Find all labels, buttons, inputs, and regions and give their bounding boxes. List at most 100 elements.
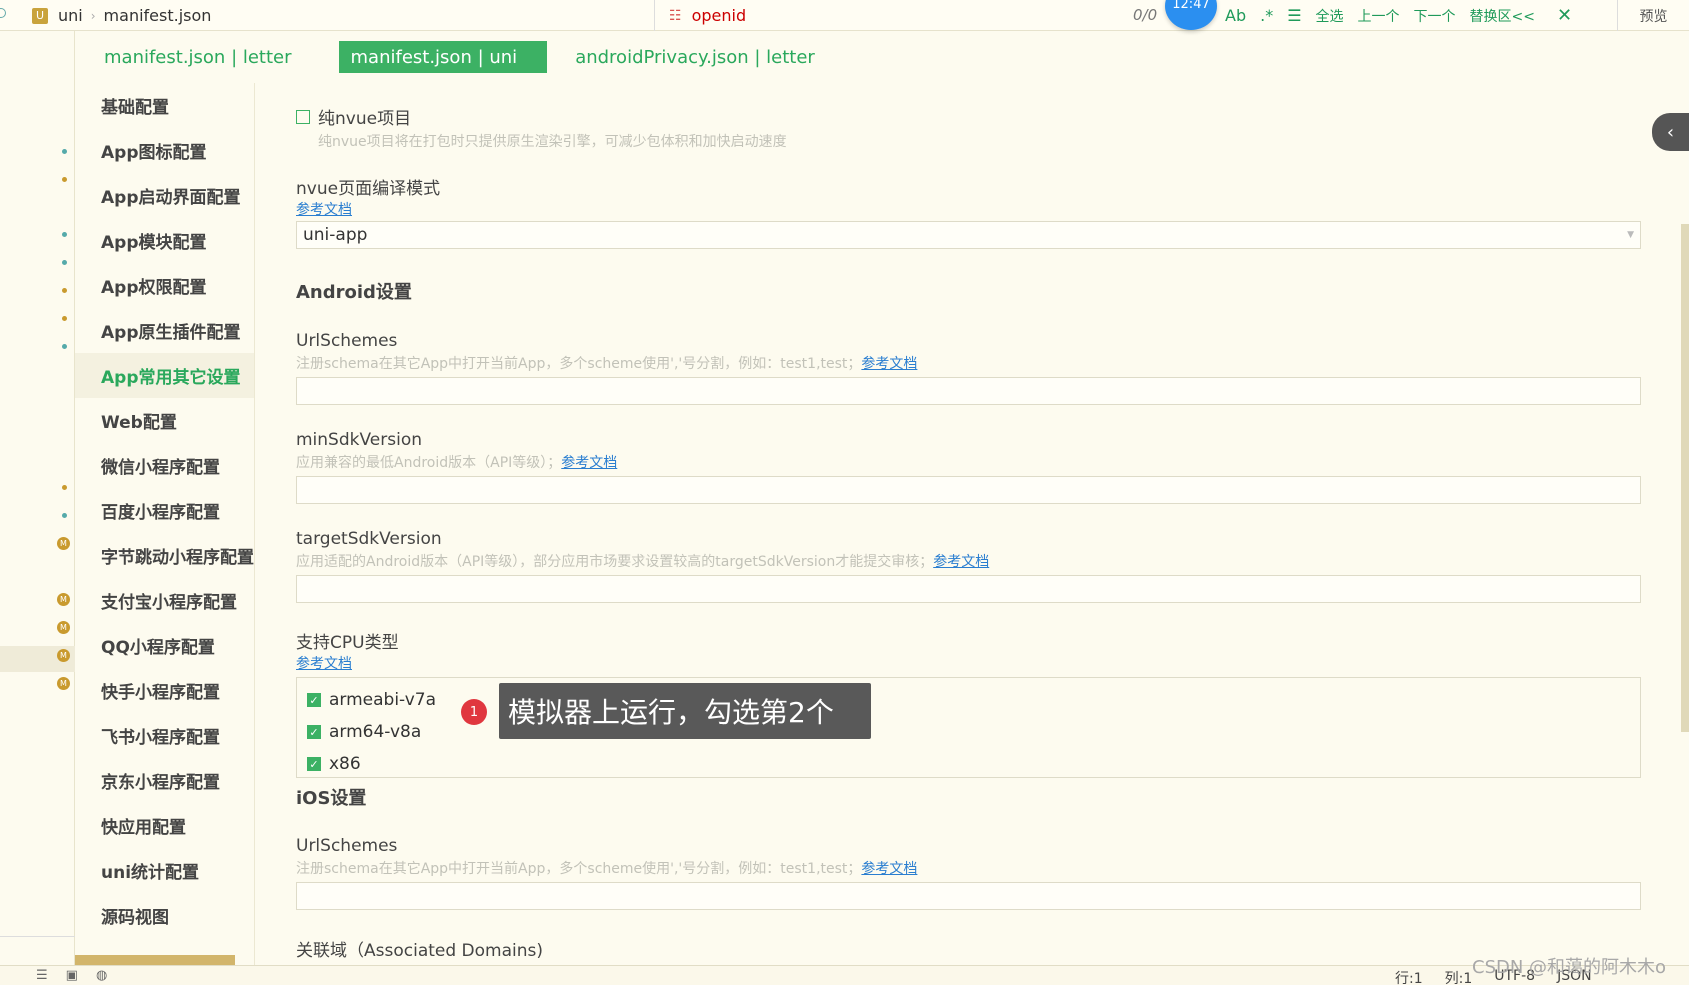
replace-toggle-button[interactable]: 替换区<< [1470, 6, 1535, 26]
gutter-dot [62, 288, 67, 293]
modified-marker-icon: M [57, 537, 70, 550]
nav-item-weixin[interactable]: 微信小程序配置 [75, 443, 254, 488]
gutter-dot [62, 177, 67, 182]
nav-item-app-icon[interactable]: App图标配置 [75, 128, 254, 173]
pure-nvue-hint: 纯nvue项目将在打包时只提供原生渲染引擎，可减少包体积和加快启动速度 [318, 134, 787, 150]
align-icon[interactable]: ☰ [1287, 6, 1301, 25]
gutter-dot [62, 260, 67, 265]
nav-item-source-view[interactable]: 源码视图 [75, 893, 254, 938]
cpu-setting: 支持CPU类型 参考文档 ✓ armeabi-v7a ✓ arm64-v8a ✓… [296, 628, 1641, 778]
nav-item-lark[interactable]: 飞书小程序配置 [75, 713, 254, 758]
nav-item-app-other[interactable]: App常用其它设置 [75, 353, 254, 398]
next-button[interactable]: 下一个 [1414, 6, 1456, 26]
ios-section-title: iOS设置 [296, 788, 367, 809]
url-schemes-input[interactable] [296, 377, 1641, 405]
modified-marker-icon: M [57, 593, 70, 606]
status-bar: ☰ ▣ ◍ 行:1 列:1 UTF-8 JSON [0, 965, 1689, 985]
pure-nvue-setting: 纯nvue项目 纯nvue项目将在打包时只提供原生渲染引擎，可减少包体积和加快启… [296, 104, 1641, 151]
find-count: 0/0 [1133, 6, 1158, 24]
regex-icon[interactable]: .* [1260, 6, 1273, 25]
cursor-line: 行:1 [1395, 971, 1423, 985]
check-icon[interactable]: ✓ [307, 693, 321, 707]
check-icon[interactable]: ✓ [307, 757, 321, 771]
find-tools: Ab .* ☰ 全选 上一个 下一个 替换区<< ✕ [1225, 0, 1572, 31]
min-sdk-input[interactable] [296, 476, 1641, 504]
nav-item-web[interactable]: Web配置 [75, 398, 254, 443]
settings-nav: 基础配置 App图标配置 App启动界面配置 App模块配置 App权限配置 A… [75, 83, 255, 965]
nav-item-app-native-plugins[interactable]: App原生插件配置 [75, 308, 254, 353]
breadcrumb-project[interactable]: uni [58, 6, 83, 25]
cpu-option-x86[interactable]: ✓ x86 [307, 748, 1630, 780]
breadcrumb-file[interactable]: manifest.json [104, 6, 212, 25]
min-sdk-doc-link[interactable]: 参考文档 [561, 455, 617, 471]
gutter-dot [62, 149, 67, 154]
tab-manifest-letter[interactable]: manifest.json | letter [75, 41, 337, 73]
check-icon[interactable]: ✓ [307, 725, 321, 739]
watermark: CSDN @和蔼的阿木木o [1472, 957, 1667, 978]
list-icon[interactable]: ☰ [36, 968, 48, 983]
gutter-dot [62, 232, 67, 237]
scrollbar-thumb[interactable] [1681, 224, 1689, 732]
tab-android-privacy-letter[interactable]: androidPrivacy.json | letter [547, 41, 843, 73]
nav-item-app-modules[interactable]: App模块配置 [75, 218, 254, 263]
nav-item-jd[interactable]: 京东小程序配置 [75, 758, 254, 803]
nav-scroll-indicator [75, 955, 235, 965]
nav-item-toutiao[interactable]: 字节跳动小程序配置 [75, 533, 254, 578]
file-tabs: manifest.json | letter manifest.json | u… [75, 41, 843, 73]
nav-item-app-splash[interactable]: App启动界面配置 [75, 173, 254, 218]
select-all-button[interactable]: 全选 [1316, 6, 1344, 26]
preview-button[interactable]: 预览 [1617, 0, 1689, 31]
nav-item-basic[interactable]: 基础配置 [75, 83, 254, 128]
cpu-options: ✓ armeabi-v7a ✓ arm64-v8a ✓ x86 [296, 677, 1641, 778]
nav-item-app-permissions[interactable]: App权限配置 [75, 263, 254, 308]
modified-marker-icon: M [57, 677, 70, 690]
url-schemes-doc-link[interactable]: 参考文档 [861, 356, 917, 372]
gutter-divider [0, 936, 75, 937]
ios-url-schemes-doc-link[interactable]: 参考文档 [861, 861, 917, 877]
globe-icon[interactable]: ◍ [96, 968, 107, 983]
cpu-option-label: arm64-v8a [329, 722, 422, 742]
ios-url-schemes: UrlSchemes 注册schema在其它App中打开当前App，多个sche… [296, 836, 1641, 910]
match-case-icon[interactable]: Ab [1225, 6, 1246, 25]
nvue-mode-doc-link[interactable]: 参考文档 [296, 202, 352, 218]
project-icon: U [32, 7, 48, 24]
target-sdk-doc-link[interactable]: 参考文档 [933, 554, 989, 570]
nav-item-qq[interactable]: QQ小程序配置 [75, 623, 254, 668]
pure-nvue-checkbox[interactable] [296, 109, 310, 124]
android-section-title: Android设置 [296, 282, 412, 303]
associated-domains-label: 关联域（Associated Domains) [296, 941, 544, 961]
modified-marker-icon: M [57, 649, 70, 662]
ios-url-schemes-hint: 注册schema在其它App中打开当前App，多个scheme使用','号分割，… [296, 861, 862, 877]
nav-item-kuaishou[interactable]: 快手小程序配置 [75, 668, 254, 713]
breadcrumb: U uni › manifest.json [0, 0, 655, 31]
nav-item-alipay[interactable]: 支付宝小程序配置 [75, 578, 254, 623]
cpu-option-label: x86 [329, 754, 361, 774]
nav-item-quickapp[interactable]: 快应用配置 [75, 803, 254, 848]
target-sdk-hint: 应用适配的Android版本（API等级），部分应用市场要求设置较高的targe… [296, 554, 934, 570]
tab-manifest-uni[interactable]: manifest.json | uni [338, 41, 548, 73]
top-bar: U uni › manifest.json ☷ openid 0/0 12:47… [0, 0, 1689, 31]
editor-gutter: M M M M M [0, 31, 75, 966]
find-input[interactable]: openid [692, 6, 1092, 25]
ios-url-schemes-label: UrlSchemes [296, 836, 398, 856]
nav-item-baidu[interactable]: 百度小程序配置 [75, 488, 254, 533]
annotation-badge: 1 [461, 699, 487, 725]
ios-url-schemes-input[interactable] [296, 882, 1641, 910]
prev-button[interactable]: 上一个 [1358, 6, 1400, 26]
settings-form: 纯nvue项目 纯nvue项目将在打包时只提供原生渲染引擎，可减少包体积和加快启… [296, 94, 1641, 965]
target-sdk-input[interactable] [296, 575, 1641, 603]
target-sdk-label: targetSdkVersion [296, 529, 442, 549]
nav-item-uni-stat[interactable]: uni统计配置 [75, 848, 254, 893]
gutter-dot [62, 344, 67, 349]
min-sdk-label: minSdkVersion [296, 430, 422, 450]
cpu-doc-link[interactable]: 参考文档 [296, 656, 352, 672]
annotation-callout: 模拟器上运行，勾选第2个 [499, 683, 871, 739]
close-icon[interactable]: ✕ [1557, 5, 1572, 26]
android-url-schemes: UrlSchemes 注册schema在其它App中打开当前App，多个sche… [296, 331, 1641, 405]
url-schemes-label: UrlSchemes [296, 331, 398, 351]
collapse-panel-button[interactable]: ‹ [1652, 113, 1689, 151]
nvue-mode-setting: nvue页面编译模式 参考文档 uni-app ▼ [296, 174, 1641, 249]
terminal-icon[interactable]: ▣ [66, 968, 78, 983]
gutter-dot [62, 316, 67, 321]
nvue-mode-select[interactable]: uni-app ▼ [296, 221, 1641, 249]
